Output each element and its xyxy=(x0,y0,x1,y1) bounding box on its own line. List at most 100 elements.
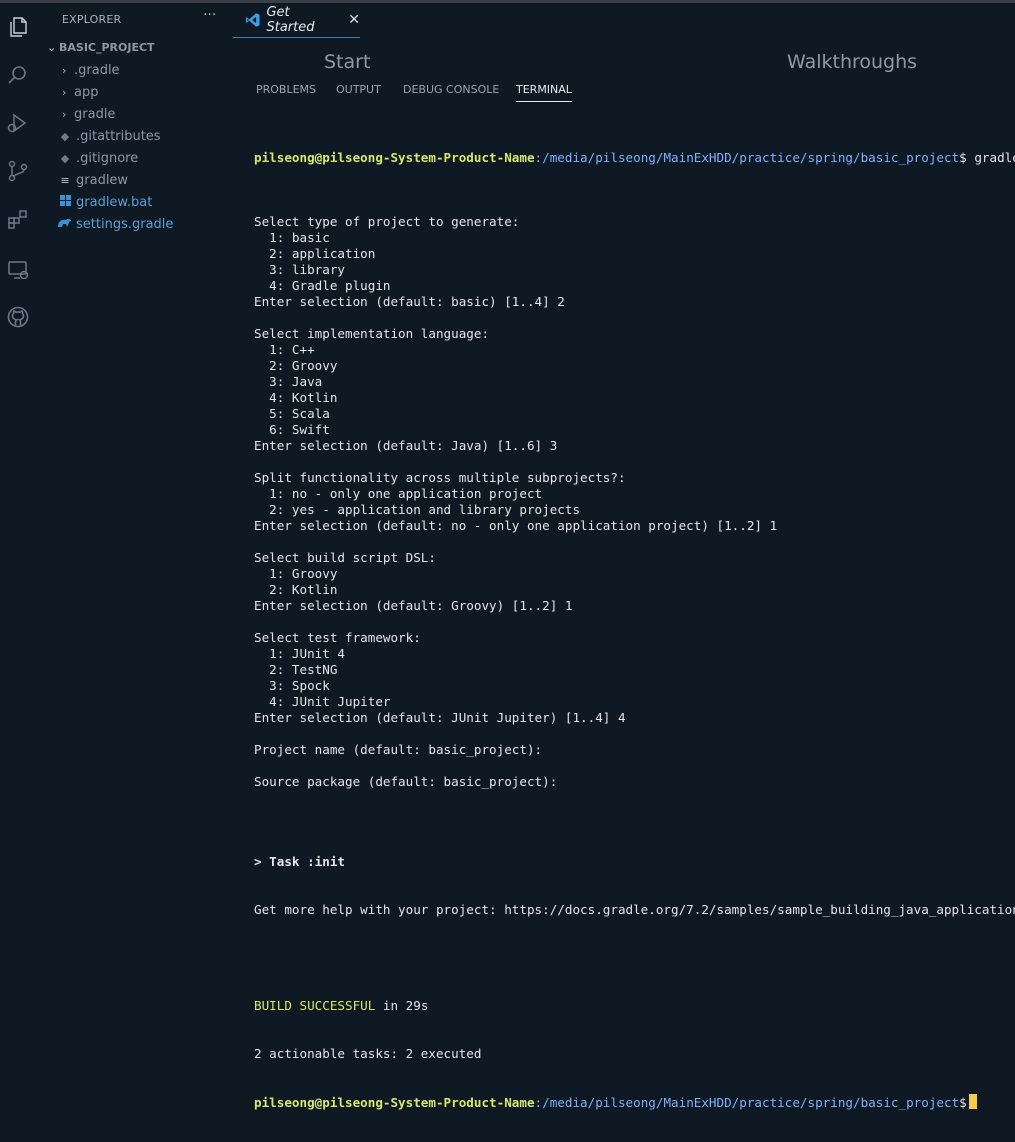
chevron-down-icon: ⌄ xyxy=(47,41,57,54)
files-icon[interactable] xyxy=(5,14,31,40)
gradle-icon xyxy=(56,215,72,235)
tree-item-label: gradlew xyxy=(76,173,129,188)
terminal-line: Select test framework: xyxy=(254,630,421,645)
terminal-line: 2: Groovy xyxy=(254,358,338,373)
tree-item-label: .gitattributes xyxy=(76,129,161,144)
tab-debug-console[interactable]: DEBUG CONSOLE xyxy=(403,83,499,96)
terminal-line: 4: Gradle plugin xyxy=(254,278,391,293)
tree-folder-gradle[interactable]: › gradle xyxy=(62,105,115,125)
build-time-text: in 29s xyxy=(375,998,429,1013)
more-actions-button[interactable]: ··· xyxy=(203,7,216,23)
project-root[interactable]: ⌄ BASIC_PROJECT xyxy=(47,38,155,58)
git-icon: ◆ xyxy=(60,130,70,143)
tab-output[interactable]: OUTPUT xyxy=(336,83,381,96)
prompt-path: :/media/pilseong/MainExHDD/practice/spri… xyxy=(534,150,960,165)
tree-file-gitignore[interactable]: ◆ .gitignore xyxy=(58,149,138,169)
prompt-user: pilseong@pilseong-System-Product-Name xyxy=(254,1095,535,1110)
prompt-dollar: $ xyxy=(959,1095,967,1110)
terminal-line: 5: Scala xyxy=(254,406,330,421)
chevron-right-icon: › xyxy=(62,108,67,121)
tree-folder-app[interactable]: › app xyxy=(62,83,98,103)
terminal-line: Split functionality across multiple subp… xyxy=(254,470,626,485)
chevron-right-icon: › xyxy=(62,64,67,77)
lines-icon: ≡ xyxy=(60,174,70,187)
tab-label: Get Started xyxy=(266,5,315,35)
git-icon: ◆ xyxy=(60,152,70,165)
source-control-icon[interactable] xyxy=(5,158,31,184)
terminal-line: 3: Spock xyxy=(254,678,330,693)
terminal-line: Enter selection (default: no - only one … xyxy=(254,518,778,533)
tab-terminal[interactable]: TERMINAL xyxy=(516,83,572,102)
terminal-line: 2: application xyxy=(254,246,376,261)
tree-file-gradlew-bat[interactable]: gradlew.bat xyxy=(58,193,152,213)
terminal-line: 3: Java xyxy=(254,374,323,389)
terminal-line: 1: C++ xyxy=(254,342,315,357)
terminal-output[interactable]: pilseong@pilseong-System-Product-Name:/m… xyxy=(254,118,1015,1142)
terminal-line: Select implementation language: xyxy=(254,326,490,341)
terminal-line: Enter selection (default: Groovy) [1..2]… xyxy=(254,598,573,613)
terminal-line: Project name (default: basic_project): xyxy=(254,742,543,757)
terminal-line: Enter selection (default: basic) [1..4] … xyxy=(254,294,565,309)
tab-problems[interactable]: PROBLEMS xyxy=(256,83,316,96)
terminal-build-line: BUILD SUCCESSFUL in 29s xyxy=(254,998,1015,1014)
project-root-label: BASIC_PROJECT xyxy=(59,41,155,54)
tree-item-label: settings.gradle xyxy=(76,217,174,232)
terminal-cursor xyxy=(968,1094,977,1109)
prompt-path: :/media/pilseong/MainExHDD/practice/spri… xyxy=(534,1095,960,1110)
terminal-task-line: > Task :init xyxy=(254,854,345,869)
terminal-line: Enter selection (default: JUnit Jupiter)… xyxy=(254,710,626,725)
tree-file-gradlew[interactable]: ≡ gradlew xyxy=(58,171,128,191)
terminal-actionable-line: 2 actionable tasks: 2 executed xyxy=(254,1046,482,1061)
terminal-line: 2: Kotlin xyxy=(254,582,338,597)
explorer-title: EXPLORER xyxy=(62,13,122,26)
search-icon[interactable] xyxy=(5,62,31,88)
terminal-line: Source package (default: basic_project): xyxy=(254,774,558,789)
editor-area: Get Started ✕ Start Walkthroughs PROBLEM… xyxy=(233,3,1015,1110)
tree-item-label: gradle xyxy=(74,107,116,122)
run-debug-icon[interactable] xyxy=(5,110,31,136)
terminal-prompt-line: pilseong@pilseong-System-Product-Name:/m… xyxy=(254,150,1015,166)
terminal-line: Select build script DSL: xyxy=(254,550,436,565)
tree-item-label: .gradle xyxy=(74,63,120,78)
get-started-walkthroughs-heading: Walkthroughs xyxy=(787,51,918,73)
terminal-line: Enter selection (default: Java) [1..6] 3 xyxy=(254,438,558,453)
activity-bar xyxy=(0,3,37,883)
tree-file-gitattributes[interactable]: ◆ .gitattributes xyxy=(58,127,161,147)
terminal-lines: Select type of project to generate: 1: b… xyxy=(254,198,1015,822)
terminal-help-line: Get more help with your project: https:/… xyxy=(254,902,1015,917)
tree-file-settings-gradle[interactable]: settings.gradle xyxy=(56,215,173,235)
terminal-line: Select type of project to generate: xyxy=(254,214,520,229)
github-icon[interactable] xyxy=(5,304,31,330)
terminal-line: 2: TestNG xyxy=(254,662,338,677)
remote-explorer-icon[interactable] xyxy=(5,257,31,283)
tab-get-started[interactable]: Get Started ✕ xyxy=(233,3,360,38)
terminal-line: 3: library xyxy=(254,262,345,277)
close-icon[interactable]: ✕ xyxy=(348,12,360,28)
prompt-user: pilseong@pilseong-System-Product-Name xyxy=(254,150,535,165)
build-success-text: BUILD SUCCESSFUL xyxy=(254,998,376,1013)
tree-item-label: app xyxy=(74,85,99,100)
windows-icon xyxy=(58,193,72,213)
extensions-icon[interactable] xyxy=(5,206,31,232)
terminal-line: 2: yes - application and library project… xyxy=(254,502,581,517)
tree-item-label: .gitignore xyxy=(76,151,139,166)
explorer-sidebar: EXPLORER ··· ⌄ BASIC_PROJECT › .gradle › ap… xyxy=(37,3,233,883)
chevron-right-icon: › xyxy=(62,86,67,99)
terminal-line: 4: JUnit Jupiter xyxy=(254,694,391,709)
terminal-line: 1: JUnit 4 xyxy=(254,646,345,661)
tree-folder-dot-gradle[interactable]: › .gradle xyxy=(62,61,120,81)
terminal-line: 1: no - only one application project xyxy=(254,486,543,501)
vscode-logo-icon xyxy=(245,13,260,27)
terminal-final-prompt: pilseong@pilseong-System-Product-Name:/m… xyxy=(254,1094,1015,1110)
terminal-line: 1: basic xyxy=(254,230,330,245)
